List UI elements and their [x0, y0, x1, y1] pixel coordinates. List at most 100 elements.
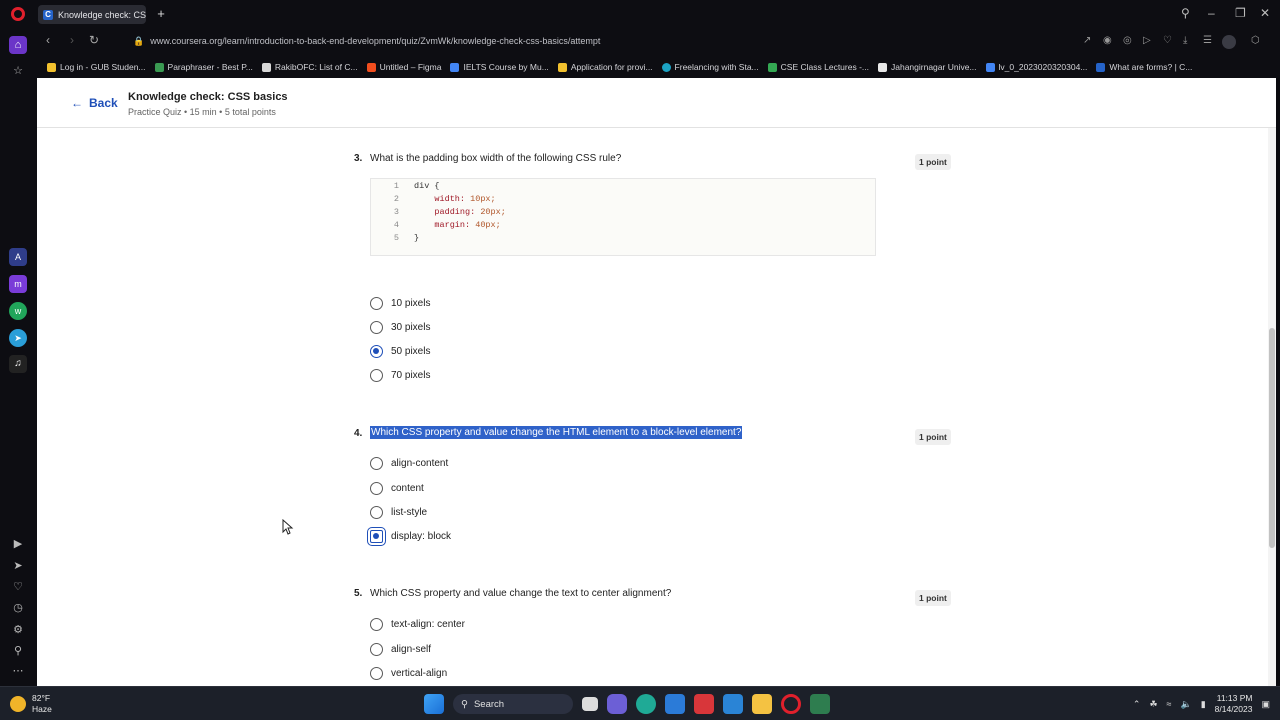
answer-option[interactable]: display: block	[367, 527, 451, 546]
bookmark-item[interactable]: CSE Class Lectures -...	[767, 62, 869, 72]
radio-button[interactable]	[370, 667, 383, 680]
answer-option[interactable]: content	[370, 482, 424, 495]
answer-option[interactable]: 70 pixels	[370, 369, 430, 382]
forward-nav-icon[interactable]: ›	[70, 33, 74, 47]
store-icon[interactable]	[665, 694, 685, 714]
bookmark-item[interactable]: Application for provi...	[557, 62, 653, 72]
drive-icon	[767, 62, 777, 72]
answer-option[interactable]: align-content	[370, 457, 448, 470]
home-icon[interactable]: ⌂	[9, 36, 27, 54]
battery-icon[interactable]: ▮	[1201, 699, 1206, 710]
file-explorer-icon[interactable]	[752, 694, 772, 714]
aria-icon[interactable]: A	[9, 248, 27, 266]
code-editor-icon[interactable]	[810, 694, 830, 714]
bookmark-item[interactable]: Paraphraser - Best P...	[154, 62, 253, 72]
windows-start-icon[interactable]	[424, 694, 444, 714]
points-badge: 1 point	[915, 590, 951, 606]
bookmark-item[interactable]: Log in - GUB Studen...	[47, 62, 146, 72]
radio-button[interactable]	[370, 369, 383, 382]
question-number: 5.	[354, 588, 363, 599]
question-number: 3.	[354, 153, 363, 164]
favorites-icon[interactable]: ♡	[9, 578, 27, 596]
question-text: What is the padding box width of the fol…	[370, 153, 622, 164]
back-button[interactable]: ← Back	[71, 96, 118, 110]
telegram-icon[interactable]: ➤	[9, 329, 27, 347]
browser-tab[interactable]: C Knowledge check: CSS ba	[38, 5, 146, 24]
tiktok-icon[interactable]: ♫	[9, 355, 27, 373]
bookmark-item[interactable]: RakibOFC: List of C...	[261, 62, 358, 72]
language-icon[interactable]: ☘	[1149, 699, 1157, 710]
maximize-button[interactable]: ❐	[1235, 6, 1246, 20]
answer-option[interactable]: 30 pixels	[370, 321, 430, 334]
bookmark-item[interactable]: Untitled – Figma	[366, 62, 441, 72]
notification-icon[interactable]: ▣	[1261, 699, 1270, 710]
clock[interactable]: 11:13 PM 8/14/2023	[1215, 693, 1253, 715]
browser-sidebar: ⌂ ☆ A m w ➤ ♫ ▶ ➤ ♡ ◷ ⚙ ⚲ ⋯	[0, 28, 37, 686]
radio-button[interactable]	[370, 457, 383, 470]
menu-icon[interactable]: ☰	[1203, 35, 1212, 46]
download-icon[interactable]: ⤓	[1183, 35, 1187, 46]
answer-option[interactable]: align-self	[370, 643, 431, 656]
bookmark-item[interactable]: lv_0_2023020320304...	[985, 62, 1087, 72]
tab-title: Knowledge check: CSS ba	[58, 9, 146, 20]
weather-widget[interactable]: 82°F Haze	[10, 693, 52, 715]
new-tab-button[interactable]: +	[154, 5, 168, 23]
heart-icon[interactable]: ♡	[1163, 35, 1172, 46]
reload-icon[interactable]: ↻	[89, 33, 99, 47]
radio-button[interactable]	[370, 482, 383, 495]
gift-app-icon[interactable]	[694, 694, 714, 714]
vpn-icon[interactable]: ◎	[1123, 35, 1132, 46]
bookmark-item[interactable]: Freelancing with Sta...	[661, 62, 759, 72]
player-icon[interactable]: ▶	[9, 535, 27, 553]
history-icon[interactable]: ◷	[9, 599, 27, 617]
radio-button[interactable]	[370, 506, 383, 519]
radio-button-selected[interactable]	[370, 345, 383, 358]
settings-icon[interactable]: ⚙	[9, 621, 27, 639]
mail-icon[interactable]	[723, 694, 743, 714]
arrow-left-icon: ←	[71, 96, 83, 110]
answer-option[interactable]: 50 pixels	[370, 345, 430, 358]
play-icon[interactable]: ▷	[1143, 35, 1151, 46]
radio-button[interactable]	[370, 618, 383, 631]
radio-button-selected[interactable]	[367, 527, 386, 546]
address-field[interactable]: 🔒 www.coursera.org/learn/introduction-to-…	[133, 36, 600, 47]
answer-option[interactable]: vertical-align	[370, 667, 447, 680]
task-view-icon[interactable]	[582, 697, 598, 711]
camera-icon[interactable]: ◉	[1103, 35, 1112, 46]
edge-icon[interactable]	[636, 694, 656, 714]
bookmark-item[interactable]: IELTS Course by Mu...	[450, 62, 549, 72]
radio-button[interactable]	[370, 297, 383, 310]
opera-taskbar-icon[interactable]	[781, 694, 801, 714]
search-tabs-icon[interactable]: ⚲	[1181, 6, 1190, 20]
bookmark-item[interactable]: Jahangirnagar Unive...	[878, 62, 977, 72]
radio-button[interactable]	[370, 643, 383, 656]
minimize-button[interactable]: –	[1208, 6, 1215, 20]
code-block: 1 div { 2 width: 10px; 3 padding: 20px; 4…	[370, 178, 876, 256]
bookmark-star-icon[interactable]: ☆	[9, 62, 27, 80]
answer-option[interactable]: text-align: center	[370, 618, 465, 631]
share-icon[interactable]: ↗	[1083, 35, 1091, 46]
browser-tab-strip: C Knowledge check: CSS ba + ⚲ – ❐ ✕	[0, 0, 1280, 28]
opera-logo-icon[interactable]	[11, 7, 25, 21]
teams-chat-icon[interactable]	[607, 694, 627, 714]
answer-option[interactable]: list-style	[370, 506, 427, 519]
coursera-favicon-icon	[1096, 62, 1106, 72]
back-nav-icon[interactable]: ‹	[46, 33, 50, 47]
close-window-button[interactable]: ✕	[1260, 6, 1270, 20]
messenger-icon[interactable]: m	[9, 275, 27, 293]
radio-button[interactable]	[370, 321, 383, 334]
more-icon[interactable]: ⋯	[9, 662, 27, 680]
scrollbar-thumb[interactable]	[1269, 328, 1275, 548]
extensions-icon[interactable]: ⬡	[1251, 35, 1260, 46]
wifi-icon[interactable]: ≈	[1167, 699, 1172, 709]
whatsapp-icon[interactable]: w	[9, 302, 27, 320]
answer-option[interactable]: 10 pixels	[370, 297, 430, 310]
back-label: Back	[89, 96, 118, 110]
volume-icon[interactable]: 🔈	[1180, 699, 1191, 710]
bookmark-item[interactable]: What are forms? | C...	[1096, 62, 1192, 72]
tips-icon[interactable]: ⚲	[9, 642, 27, 660]
profile-icon[interactable]	[1222, 35, 1236, 49]
chevron-up-icon[interactable]: ⌃	[1133, 699, 1141, 710]
send-icon[interactable]: ➤	[9, 557, 27, 575]
taskbar-search[interactable]: ⚲ Search	[453, 694, 573, 714]
